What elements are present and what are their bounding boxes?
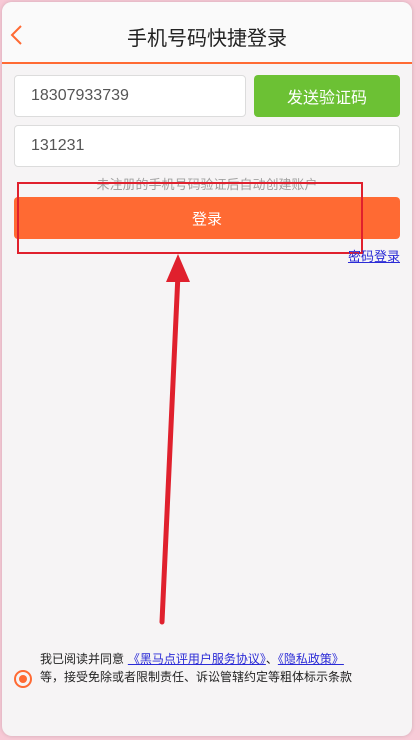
page-title: 手机号码快捷登录 <box>127 26 287 50</box>
service-agreement-link[interactable]: 《黑马点评用户服务协议》 <box>128 652 266 666</box>
verification-code-input[interactable] <box>14 125 400 167</box>
agreement-suffix: 等，接受免除或者限制责任、诉讼管辖约定等粗体标示条款 <box>40 670 353 684</box>
phone-frame: 手机号码快捷登录 发送验证码 未注册的手机号码验证后自动创建账户 登录 密码登录… <box>2 2 412 736</box>
send-code-button[interactable]: 发送验证码 <box>254 75 400 117</box>
agreement-separator: 、 <box>265 652 278 666</box>
privacy-policy-link[interactable]: 《隐私政策》 <box>278 652 344 666</box>
auto-register-hint: 未注册的手机号码验证后自动创建账户 <box>96 178 318 193</box>
phone-number-input[interactable] <box>14 75 246 117</box>
header-bar: 手机号码快捷登录 <box>2 2 412 64</box>
agreement-text: 我已阅读并同意 《黑马点评用户服务协议》、《隐私政策》 等，接受免除或者限制责任… <box>40 650 404 686</box>
password-login-link[interactable]: 密码登录 <box>348 246 400 265</box>
login-button[interactable]: 登录 <box>14 197 400 239</box>
agree-radio-icon[interactable] <box>14 670 32 688</box>
agreement-prefix: 我已阅读并同意 <box>40 652 125 666</box>
